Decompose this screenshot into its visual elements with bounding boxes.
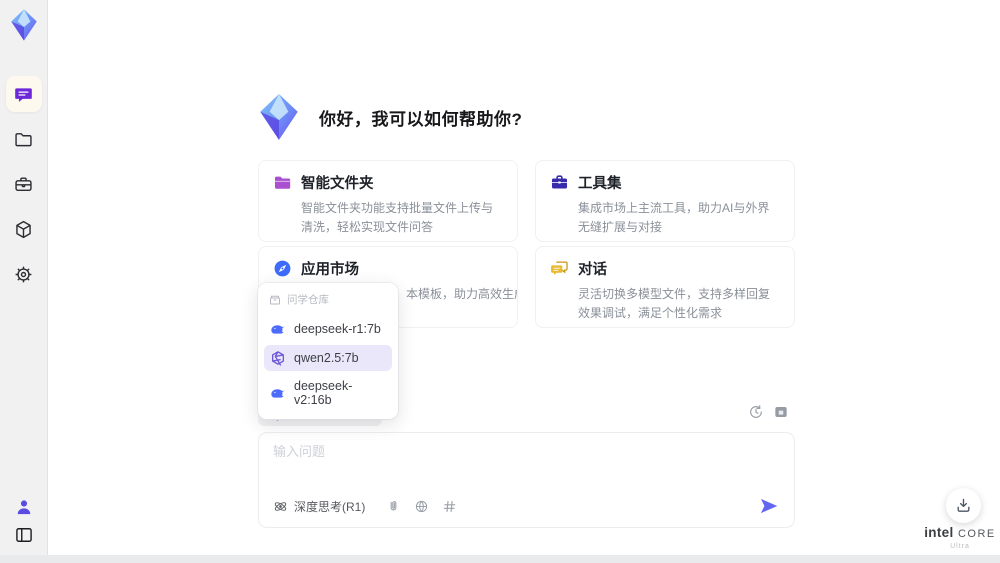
chat-bubbles-icon xyxy=(551,261,568,275)
deepseek-icon xyxy=(271,325,285,334)
sidebar-item-chat[interactable] xyxy=(5,76,42,112)
model-option-deepseek-r1[interactable]: deepseek-r1:7b xyxy=(264,316,392,342)
model-dropdown: 问学仓库 deepseek-r1:7b qwen2.5:7b deepseek-… xyxy=(258,283,398,419)
card-smart-folder[interactable]: 智能文件夹 智能文件夹功能支持批量文件上传与清洗，轻松实现文件问答 xyxy=(258,160,518,242)
history-icon[interactable] xyxy=(748,404,764,420)
card-toolset[interactable]: 工具集 集成市场上主流工具，助力AI与外界无缝扩展与对接 xyxy=(535,160,795,242)
model-option-qwen[interactable]: qwen2.5:7b xyxy=(264,345,392,371)
sidebar-item-models[interactable] xyxy=(6,211,42,247)
user-icon xyxy=(17,500,30,515)
bottom-scrollbar xyxy=(0,555,1000,563)
card-description: 灵活切换多模型文件，支持多样回复效果调试，满足个性化需求 xyxy=(578,287,771,320)
download-button[interactable] xyxy=(946,488,981,523)
assistant-logo-icon xyxy=(260,94,298,140)
appstore-icon xyxy=(274,260,291,277)
sidebar xyxy=(0,0,48,563)
model-option-label: deepseek-v2:16b xyxy=(294,379,353,407)
model-dropdown-header: 问学仓库 xyxy=(264,288,392,313)
deep-think-toggle[interactable]: 深度思考(R1) xyxy=(273,498,365,515)
send-button[interactable] xyxy=(758,495,780,517)
greeting: 你好，我可以如何帮助你? xyxy=(254,92,522,142)
card-title: 对话 xyxy=(578,262,607,278)
model-option-label: deepseek-r1:7b xyxy=(294,322,381,336)
sidebar-item-toolbox[interactable] xyxy=(6,166,42,202)
card-description: 智能文件夹功能支持批量文件上传与清洗，轻松实现文件问答 xyxy=(301,201,494,234)
card-description-partial: 本模板，助力高效生成多 xyxy=(406,287,517,301)
sidebar-item-folders[interactable] xyxy=(6,121,42,157)
globe-icon[interactable] xyxy=(414,499,429,514)
sidebar-item-panel-toggle[interactable] xyxy=(8,521,40,549)
model-dropdown-header-label: 问学仓库 xyxy=(287,294,329,306)
intel-brand-text: intel xyxy=(924,525,954,540)
app-window: 你好，我可以如何帮助你? 智能文件夹 智能文件夹功能支持批量文件上传与清洗，轻松… xyxy=(0,0,1000,563)
panel-icon xyxy=(15,528,32,542)
toolbox-icon xyxy=(551,175,568,189)
intel-core-badge: intel core Ultra xyxy=(924,524,996,550)
card-title: 工具集 xyxy=(578,176,622,192)
message-input[interactable] xyxy=(273,444,753,459)
cube-icon xyxy=(16,220,31,238)
composer-icons xyxy=(386,499,457,514)
hash-icon[interactable] xyxy=(442,499,457,514)
gear-icon xyxy=(15,266,32,282)
app-logo-icon xyxy=(10,9,37,41)
deep-think-label: 深度思考(R1) xyxy=(294,499,366,514)
model-option-deepseek-v2[interactable]: deepseek-v2:16b xyxy=(264,374,392,412)
intel-sub-text: Ultra xyxy=(950,542,970,550)
folder-icon xyxy=(15,132,32,146)
greeting-text: 你好，我可以如何帮助你? xyxy=(319,109,523,129)
card-description: 集成市场上主流工具，助力AI与外界无缝扩展与对接 xyxy=(578,201,770,234)
chat-icon xyxy=(15,87,32,102)
new-window-icon[interactable] xyxy=(773,404,789,420)
deep-think-icon xyxy=(274,501,287,511)
briefcase-icon xyxy=(15,177,32,191)
conversation-tools xyxy=(748,404,789,420)
card-title: 应用市场 xyxy=(301,262,359,278)
model-option-label: qwen2.5:7b xyxy=(294,351,359,365)
download-icon xyxy=(957,498,970,512)
intel-product-text: core xyxy=(957,528,996,540)
card-title: 智能文件夹 xyxy=(301,176,374,192)
message-composer: 深度思考(R1) xyxy=(258,432,795,528)
sidebar-item-settings[interactable] xyxy=(6,256,42,292)
deepseek-icon xyxy=(271,389,285,398)
sidebar-item-account[interactable] xyxy=(8,493,40,521)
qwen-icon xyxy=(272,351,284,366)
attachment-icon[interactable] xyxy=(386,499,401,514)
composer-toolbar: 深度思考(R1) xyxy=(273,495,780,517)
library-icon xyxy=(270,295,280,304)
folder-icon xyxy=(274,176,291,189)
card-conversation[interactable]: 对话 灵活切换多模型文件，支持多样回复效果调试，满足个性化需求 xyxy=(535,246,795,328)
